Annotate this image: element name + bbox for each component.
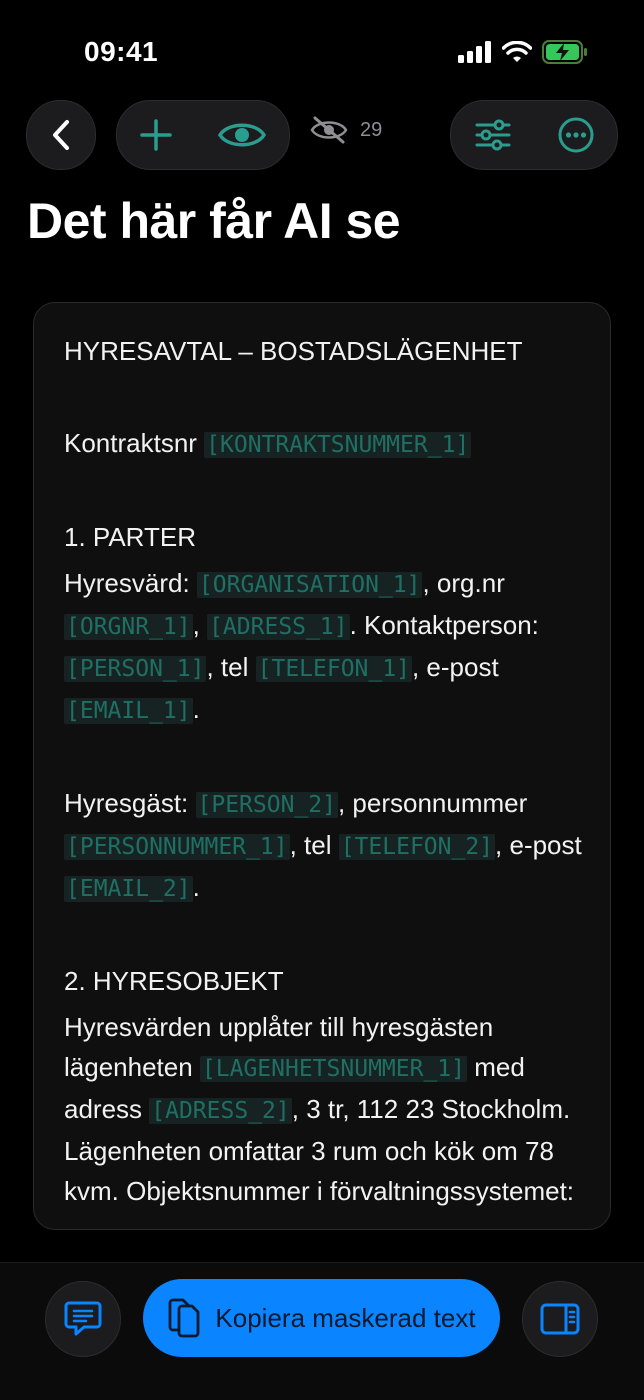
back-button[interactable] <box>26 100 96 170</box>
status-time: 09:41 <box>84 36 159 67</box>
masked-tag: [EMAIL_1] <box>64 698 193 724</box>
masked-tag: [PERSONNUMMER_1] <box>64 834 290 860</box>
action-group-right <box>450 100 618 170</box>
signal-icon <box>458 41 491 63</box>
text: Hyresvärd: <box>64 568 197 598</box>
masked-tag: [ORGNR_1] <box>64 614 193 640</box>
masked-tag: [PERSON_1] <box>64 656 207 682</box>
text: . <box>192 872 200 902</box>
wifi-icon <box>502 41 532 62</box>
landlord-paragraph: Hyresvärd: [ORGANISATION_1], org.nr [ORG… <box>64 563 594 731</box>
text: , e-post <box>411 652 499 682</box>
contract-line: Kontraktsnr [KONTRAKTSNUMMER_1] <box>64 423 594 465</box>
sliders-icon[interactable] <box>475 119 511 151</box>
tenant-paragraph: Hyresgäst: [PERSON_2], personnummer [PER… <box>64 783 594 909</box>
text: Hyresgäst: <box>64 788 196 818</box>
text: , <box>192 610 208 640</box>
status-icons <box>458 40 588 64</box>
battery-charging-icon <box>542 40 587 64</box>
masked-document-text: HYRESAVTAL – BOSTADSLÄGENHET Kontraktsnr… <box>64 331 594 1211</box>
masked-tag: [PERSON_2] <box>195 792 338 818</box>
chat-button[interactable] <box>45 1281 121 1357</box>
eye-slash-icon <box>310 116 348 144</box>
chevron-left-icon <box>53 120 69 150</box>
masked-tag: [KONTRAKTSNUMMER_1] <box>204 432 472 458</box>
side-panel-button[interactable] <box>522 1281 598 1357</box>
masked-tag: [TELEFON_2] <box>338 834 496 860</box>
object-paragraph: Hyresvärden upplåter till hyresgästen lä… <box>64 1007 594 1211</box>
masked-tag: [ADRESS_2] <box>149 1098 292 1124</box>
section-title: 2. HYRESOBJEKT <box>64 966 284 996</box>
copy-masked-text-button[interactable]: Kopiera maskerad text <box>143 1279 500 1357</box>
contract-label: Kontraktsnr <box>64 428 205 458</box>
copy-button-label: Kopiera maskerad text <box>215 1302 476 1333</box>
masked-tag: [ORGANISATION_1] <box>196 572 423 598</box>
status-bar: 09:41 <box>0 0 644 100</box>
toolbar: 29 <box>0 100 644 170</box>
section-title: 1. PARTER <box>64 522 196 552</box>
masked-document-card[interactable]: HYRESAVTAL – BOSTADSLÄGENHET Kontraktsnr… <box>33 302 611 1230</box>
text: . Kontaktperson: <box>349 610 539 640</box>
hidden-count-value: 29 <box>360 118 383 141</box>
masked-tag: [TELEFON_1] <box>255 656 412 682</box>
action-group-left <box>116 100 290 170</box>
document-heading: HYRESAVTAL – BOSTADSLÄGENHET <box>64 336 523 366</box>
text: , e-post <box>495 830 582 860</box>
sidebar-panel-icon <box>540 1303 580 1335</box>
text: . <box>192 694 200 724</box>
bottom-bar: Kopiera maskerad text <box>0 1262 644 1400</box>
text: , tel <box>206 652 256 682</box>
hidden-count: 29 <box>310 116 382 144</box>
text: , org.nr <box>422 568 505 598</box>
copy-document-icon <box>169 1298 200 1338</box>
eye-icon[interactable] <box>218 119 266 151</box>
masked-tag: [ADRESS_1] <box>207 614 350 640</box>
text: , personnummer <box>337 788 528 818</box>
plus-icon[interactable] <box>140 119 172 151</box>
more-icon[interactable] <box>558 117 594 153</box>
page-title: Det här får AI se <box>27 193 401 249</box>
chat-bubble-icon <box>64 1301 102 1336</box>
masked-tag: [LAGENHETSNUMMER_1] <box>199 1056 468 1082</box>
masked-tag: [EMAIL_2] <box>64 876 193 902</box>
text: , tel <box>289 830 339 860</box>
